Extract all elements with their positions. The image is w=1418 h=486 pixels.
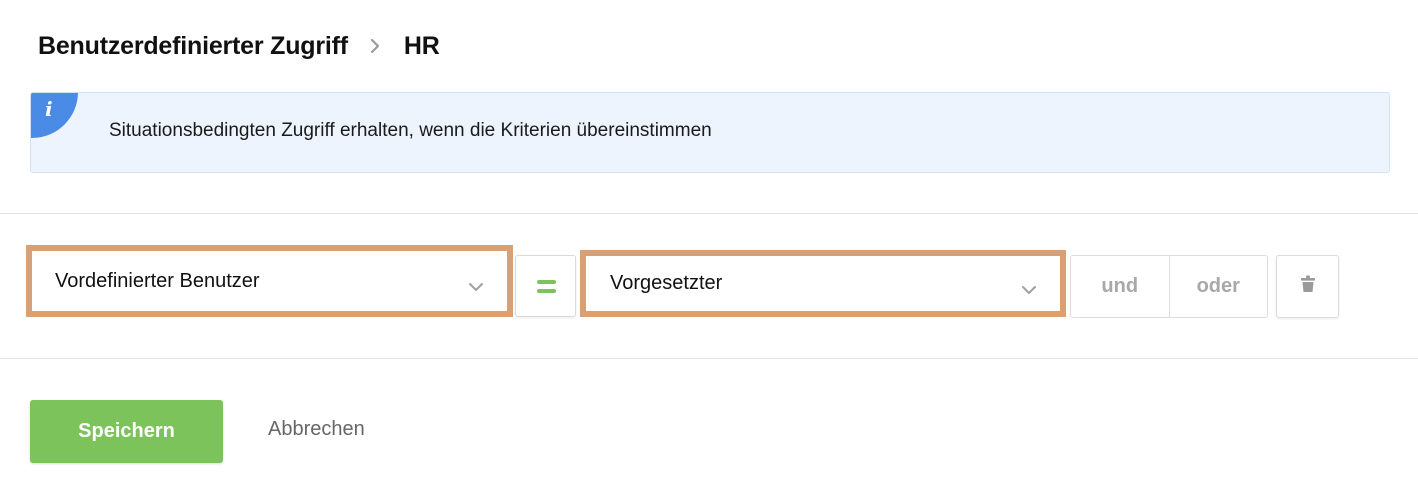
and-button[interactable]: und — [1071, 256, 1169, 317]
info-icon: i — [31, 93, 78, 138]
chevron-down-icon — [469, 275, 483, 298]
save-button[interactable]: Speichern — [30, 400, 223, 463]
breadcrumb-current: HR — [403, 31, 440, 60]
chevron-down-icon — [1022, 278, 1036, 301]
info-banner: i Situationsbedingten Zugriff erhalten, … — [30, 92, 1390, 173]
field-select-value: Vordefinierter Benutzer — [55, 269, 260, 292]
trash-icon — [1300, 275, 1316, 298]
operator-button[interactable] — [515, 255, 576, 317]
breadcrumb-parent[interactable]: Benutzerdefinierter Zugriff — [38, 32, 348, 61]
value-select[interactable]: Vorgesetzter — [586, 256, 1060, 311]
value-select-value: Vorgesetzter — [610, 272, 723, 294]
delete-criterion-button[interactable] — [1276, 255, 1339, 318]
info-message: Situationsbedingten Zugriff erhalten, we… — [109, 120, 712, 141]
field-select[interactable]: Vordefinierter Benutzer — [32, 251, 507, 311]
section-divider — [0, 358, 1418, 359]
logic-toggle-group: und oder — [1070, 255, 1268, 318]
cancel-button[interactable]: Abbrechen — [268, 418, 365, 441]
breadcrumb: Benutzerdefinierter Zugriff HR — [38, 28, 440, 64]
section-divider — [0, 213, 1418, 214]
or-button[interactable]: oder — [1168, 256, 1268, 317]
chevron-right-icon — [370, 38, 380, 54]
